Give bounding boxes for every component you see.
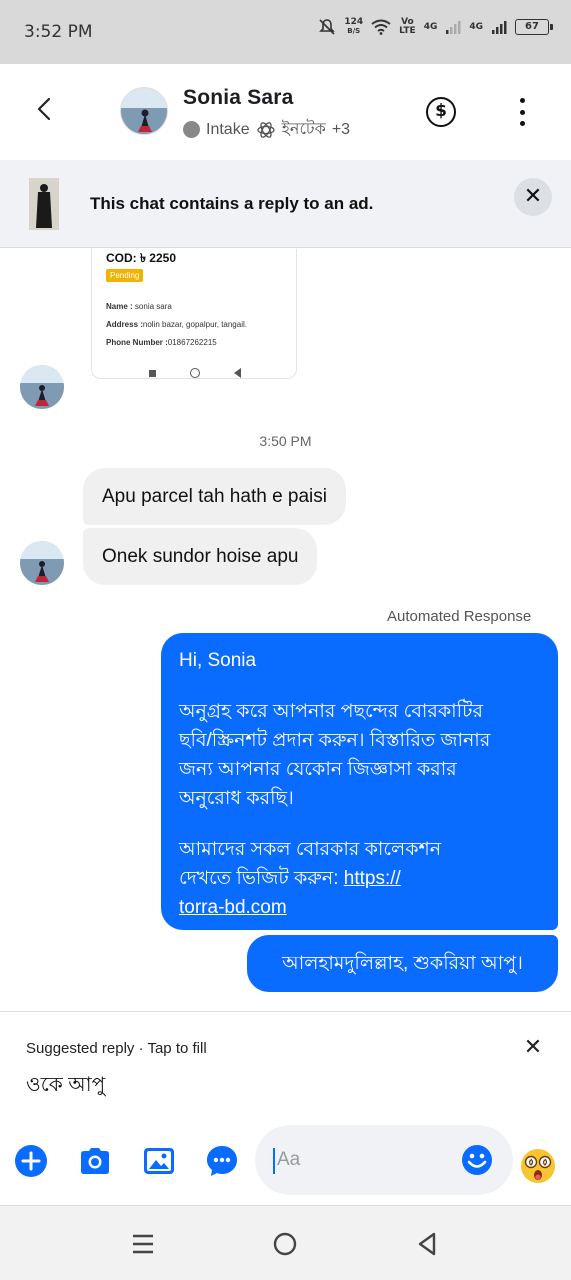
suggested-reply-text[interactable]: ওকে আপু: [26, 1070, 105, 1103]
label-intake: Intake: [206, 120, 250, 138]
automated-response-label: Automated Response: [387, 608, 532, 625]
message-composer: Aa: [0, 1111, 571, 1205]
volte-indicator: Vo LTE: [399, 17, 416, 36]
plus-icon[interactable]: [14, 1144, 48, 1178]
recents-icon: [149, 369, 156, 377]
shared-screenshot[interactable]: COD: ৳ 2250 Pending Name : sonia sara Ad…: [91, 249, 297, 379]
screenshot-phone-line: Phone Number :01867262215: [106, 338, 217, 347]
incoming-message[interactable]: Apu parcel tah hath e paisi: [83, 468, 346, 525]
signal-icon-1: [446, 21, 461, 34]
text-caret: [273, 1148, 275, 1174]
wifi-icon: [371, 19, 391, 35]
ad-reply-banner: This chat contains a reply to an ad. ✕: [0, 160, 571, 248]
website-link[interactable]: https://: [344, 868, 401, 889]
avatar-photo: [20, 541, 64, 585]
sender-avatar[interactable]: [20, 541, 64, 585]
smiley-icon[interactable]: [461, 1144, 493, 1176]
more-options-icon[interactable]: [512, 98, 532, 126]
close-suggestion-button[interactable]: ✕: [522, 1036, 544, 1058]
suggested-reply-panel: Suggested reply · Tap to fill ✕ ওকে আপু: [0, 1011, 571, 1111]
atom-icon: [256, 121, 275, 138]
back-icon: [234, 368, 241, 378]
signal-label-1: 4G: [423, 22, 438, 32]
contact-labels[interactable]: Intake ইনটেক +3: [183, 116, 350, 143]
chat-header: Sonia Sara Intake ইনটেক +3 $: [0, 64, 571, 160]
signal-icon-2: [492, 21, 507, 34]
camera-icon[interactable]: [78, 1144, 112, 1178]
avatar-photo: [20, 365, 64, 409]
ad-thumbnail-image: [29, 178, 59, 230]
chat-bubble-icon[interactable]: [205, 1144, 239, 1178]
close-banner-button[interactable]: ✕: [514, 178, 552, 216]
message-list: COD: ৳ 2250 Pending Name : sonia sara Ad…: [0, 249, 571, 1011]
message-greeting: Hi, Sonia: [179, 650, 257, 671]
avatar-photo: [121, 88, 167, 134]
label-dot-icon: [183, 121, 200, 138]
net-speed: 124 B/S: [344, 17, 364, 36]
screenshot-nav-bar: [92, 366, 296, 378]
emoji-icon[interactable]: [519, 1147, 557, 1185]
status-time: 3:52 PM: [24, 22, 93, 42]
battery-indicator: 67: [515, 19, 553, 35]
system-navigation-bar: [0, 1205, 571, 1280]
back-button-icon[interactable]: [414, 1231, 440, 1257]
screenshot-address-line: Address :nolin bazar, gopalpur, tangail.: [106, 320, 247, 329]
ad-thumbnail[interactable]: [29, 178, 59, 230]
message-input-placeholder: Aa: [277, 1149, 301, 1170]
suggested-reply-heading: Suggested reply · Tap to fill: [26, 1040, 207, 1057]
home-icon: [190, 368, 200, 378]
label-extra-count: +3: [331, 120, 351, 138]
ad-banner-text: This chat contains a reply to an ad.: [90, 194, 374, 213]
status-icons: 124 B/S Vo LTE 4G 4G 67: [318, 17, 553, 36]
home-button-icon[interactable]: [272, 1231, 298, 1257]
outgoing-message[interactable]: Hi, Sonia অনুগ্রহ করে আপনার পছন্দের বোরক…: [161, 633, 558, 930]
outgoing-message[interactable]: আলহামদুলিল্লাহ, শুকরিয়া আপু।: [247, 935, 558, 992]
status-bar: 3:52 PM 124 B/S Vo LTE 4G 4G 67: [0, 0, 571, 64]
back-arrow-icon[interactable]: [30, 94, 60, 124]
signal-label-2: 4G: [469, 22, 483, 32]
website-link[interactable]: torra-bd.com: [179, 897, 287, 918]
label-intake-bn: ইনটেক: [281, 121, 326, 138]
menu-icon[interactable]: [130, 1231, 156, 1257]
sender-avatar[interactable]: [20, 365, 64, 409]
screenshot-name-line: Name : sonia sara: [106, 302, 172, 311]
screenshot-status: Pending: [106, 269, 144, 282]
payment-dollar-icon[interactable]: $: [426, 97, 456, 127]
contact-avatar[interactable]: [120, 87, 168, 135]
gallery-icon[interactable]: [142, 1144, 176, 1178]
contact-name[interactable]: Sonia Sara: [183, 86, 294, 110]
message-input[interactable]: Aa: [255, 1125, 513, 1195]
time-separator: 3:50 PM: [259, 433, 312, 449]
incoming-message[interactable]: Onek sundor hoise apu: [83, 528, 318, 585]
mute-bell-icon: [319, 19, 336, 35]
screenshot-cod: COD: ৳ 2250: [106, 251, 177, 265]
